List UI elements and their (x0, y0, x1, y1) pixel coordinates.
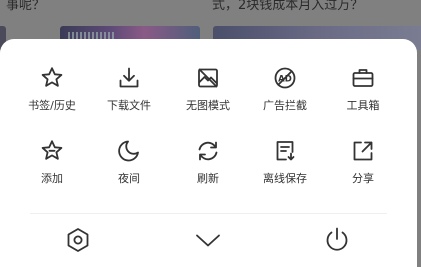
menu-item-offline-save[interactable]: 离线保存 (245, 138, 325, 186)
menu-item-label: 刷新 (197, 172, 219, 185)
menu-item-label: 广告拦截 (263, 99, 307, 112)
exit-button[interactable] (322, 225, 352, 255)
settings-icon (67, 228, 89, 252)
menu-item-refresh[interactable]: 刷新 (168, 138, 248, 186)
download-icon (119, 67, 139, 88)
collapse-menu-button[interactable] (193, 225, 223, 255)
offline-save-icon (276, 141, 295, 161)
menu-item-toolbox[interactable]: 工具箱 (323, 65, 403, 113)
menu-item-ad-block[interactable]: AD 广告拦截 (245, 65, 325, 113)
menu-item-label: 下载文件 (107, 99, 151, 112)
background-article-title-right: 式，2块钱成本月入过万？ (212, 0, 364, 13)
menu-item-label: 工具箱 (346, 99, 380, 112)
browser-menu-sheet: 书签/历史 下载文件 无图模式 AD 广告拦截 工具箱 添加 夜间 刷新 离线保… (0, 39, 417, 267)
menu-item-bookmarks-history[interactable]: 书签/历史 (12, 65, 92, 113)
ad-block-icon: AD (274, 67, 296, 89)
menu-item-label: 夜间 (118, 172, 140, 185)
menu-item-downloads[interactable]: 下载文件 (89, 65, 169, 113)
menu-item-label: 添加 (41, 172, 63, 185)
background-article-title-left: 事呢？ (6, 0, 46, 13)
chevron-down-icon (196, 234, 220, 247)
refresh-icon (198, 141, 218, 161)
star-add-icon (41, 140, 63, 160)
moon-icon (118, 140, 139, 162)
star-icon (41, 67, 63, 87)
menu-item-label: 无图模式 (186, 99, 230, 112)
menu-item-no-image-mode[interactable]: 无图模式 (168, 65, 248, 113)
menu-item-add-bookmark[interactable]: 添加 (12, 138, 92, 186)
toolbox-icon (352, 69, 374, 87)
svg-text:AD: AD (278, 74, 292, 84)
menu-item-label: 书签/历史 (28, 99, 76, 112)
share-icon (353, 141, 373, 161)
menu-divider (30, 213, 387, 214)
menu-item-share[interactable]: 分享 (323, 138, 403, 186)
menu-item-night-mode[interactable]: 夜间 (89, 138, 169, 186)
no-image-icon (198, 68, 218, 88)
menu-item-label: 分享 (352, 172, 374, 185)
menu-item-label: 离线保存 (263, 172, 307, 185)
power-icon (326, 227, 348, 251)
settings-button[interactable] (63, 225, 93, 255)
